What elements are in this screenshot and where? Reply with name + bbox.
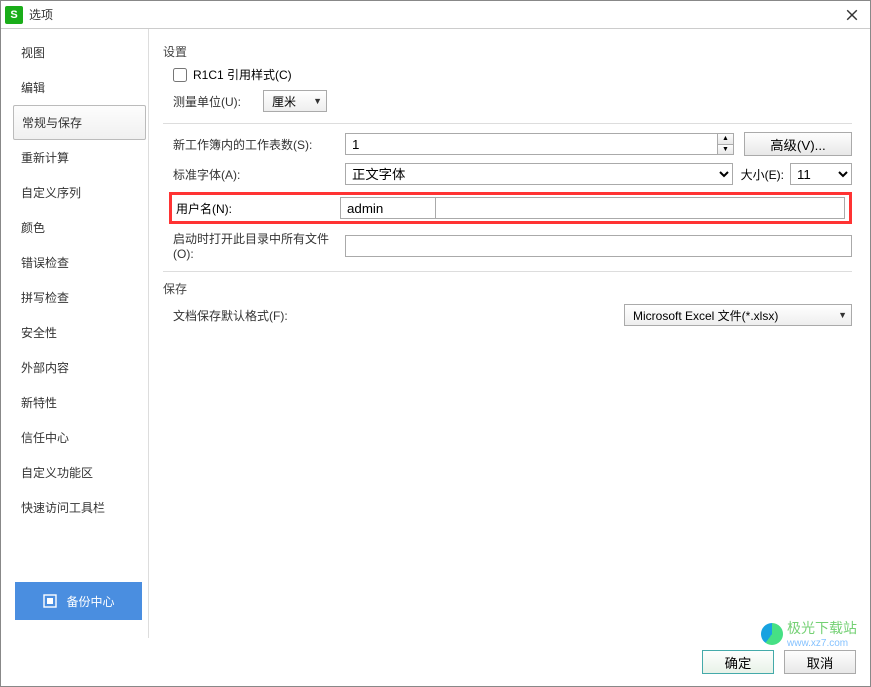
sheets-count-input[interactable] xyxy=(346,134,717,154)
dialog-buttons: 确定 取消 xyxy=(1,638,870,686)
save-section-title: 保存 xyxy=(163,280,852,297)
measure-unit-label: 测量单位(U): xyxy=(173,93,263,110)
sidebar-item[interactable]: 信任中心 xyxy=(11,420,148,455)
cancel-button[interactable]: 取消 xyxy=(784,650,856,674)
spinner-down-icon[interactable]: ▼ xyxy=(718,144,733,155)
backup-center-button[interactable]: 备份中心 xyxy=(15,582,142,620)
font-size-dropdown[interactable]: 11 xyxy=(790,163,852,185)
sidebar-item[interactable]: 自定义序列 xyxy=(11,175,148,210)
close-icon xyxy=(846,9,858,21)
sheets-count-label: 新工作簿内的工作表数(S): xyxy=(173,136,345,153)
settings-section-title: 设置 xyxy=(163,43,852,60)
window-title: 选项 xyxy=(29,6,838,23)
standard-font-label: 标准字体(A): xyxy=(173,166,345,183)
advanced-button[interactable]: 高级(V)... xyxy=(744,132,852,156)
sidebar-item[interactable]: 拼写检查 xyxy=(11,280,148,315)
sidebar-item[interactable]: 外部内容 xyxy=(11,350,148,385)
startup-dir-input[interactable] xyxy=(345,235,852,257)
backup-icon xyxy=(42,593,58,609)
divider xyxy=(163,271,852,272)
sidebar-item[interactable]: 安全性 xyxy=(11,315,148,350)
sidebar-item[interactable]: 新特性 xyxy=(11,385,148,420)
standard-font-dropdown[interactable]: 正文字体 xyxy=(345,163,733,185)
sidebar-item[interactable]: 快速访问工具栏 xyxy=(11,490,148,525)
username-input[interactable] xyxy=(340,197,436,219)
content-panel: 设置 R1C1 引用样式(C) 测量单位(U): 厘米 ▼ 新工作簿内的工作表数… xyxy=(149,29,870,638)
username-label: 用户名(N): xyxy=(172,200,340,217)
r1c1-label: R1C1 引用样式(C) xyxy=(193,66,292,83)
ok-button[interactable]: 确定 xyxy=(702,650,774,674)
sidebar-item[interactable]: 错误检查 xyxy=(11,245,148,280)
sidebar-item[interactable]: 常规与保存 xyxy=(13,105,146,140)
sidebar-item[interactable]: 颜色 xyxy=(11,210,148,245)
measure-unit-dropdown[interactable]: 厘米 ▼ xyxy=(263,90,327,112)
backup-center-label: 备份中心 xyxy=(66,593,114,610)
startup-dir-label: 启动时打开此目录中所有文件(O): xyxy=(173,230,345,261)
divider xyxy=(163,123,852,124)
sidebar-item[interactable]: 自定义功能区 xyxy=(11,455,148,490)
sidebar-item[interactable]: 重新计算 xyxy=(11,140,148,175)
app-logo-icon: S xyxy=(5,6,23,24)
sidebar-item[interactable]: 编辑 xyxy=(11,70,148,105)
spinner-up-icon[interactable]: ▲ xyxy=(718,134,733,144)
measure-unit-value: 厘米 xyxy=(272,93,296,110)
default-format-dropdown[interactable]: Microsoft Excel 文件(*.xlsx) ▼ xyxy=(624,304,852,326)
chevron-down-icon: ▼ xyxy=(313,96,322,106)
close-button[interactable] xyxy=(838,1,866,29)
r1c1-checkbox[interactable] xyxy=(173,68,187,82)
sidebar: 视图编辑常规与保存重新计算自定义序列颜色错误检查拼写检查安全性外部内容新特性信任… xyxy=(11,29,149,638)
chevron-down-icon: ▼ xyxy=(838,310,847,320)
sidebar-item[interactable]: 视图 xyxy=(11,35,148,70)
sheets-count-spinner[interactable]: ▲ ▼ xyxy=(345,133,734,155)
default-format-label: 文档保存默认格式(F): xyxy=(173,307,345,324)
username-highlight-frame: 用户名(N): xyxy=(169,192,852,224)
font-size-label: 大小(E): xyxy=(741,166,784,183)
default-format-value: Microsoft Excel 文件(*.xlsx) xyxy=(633,307,778,324)
